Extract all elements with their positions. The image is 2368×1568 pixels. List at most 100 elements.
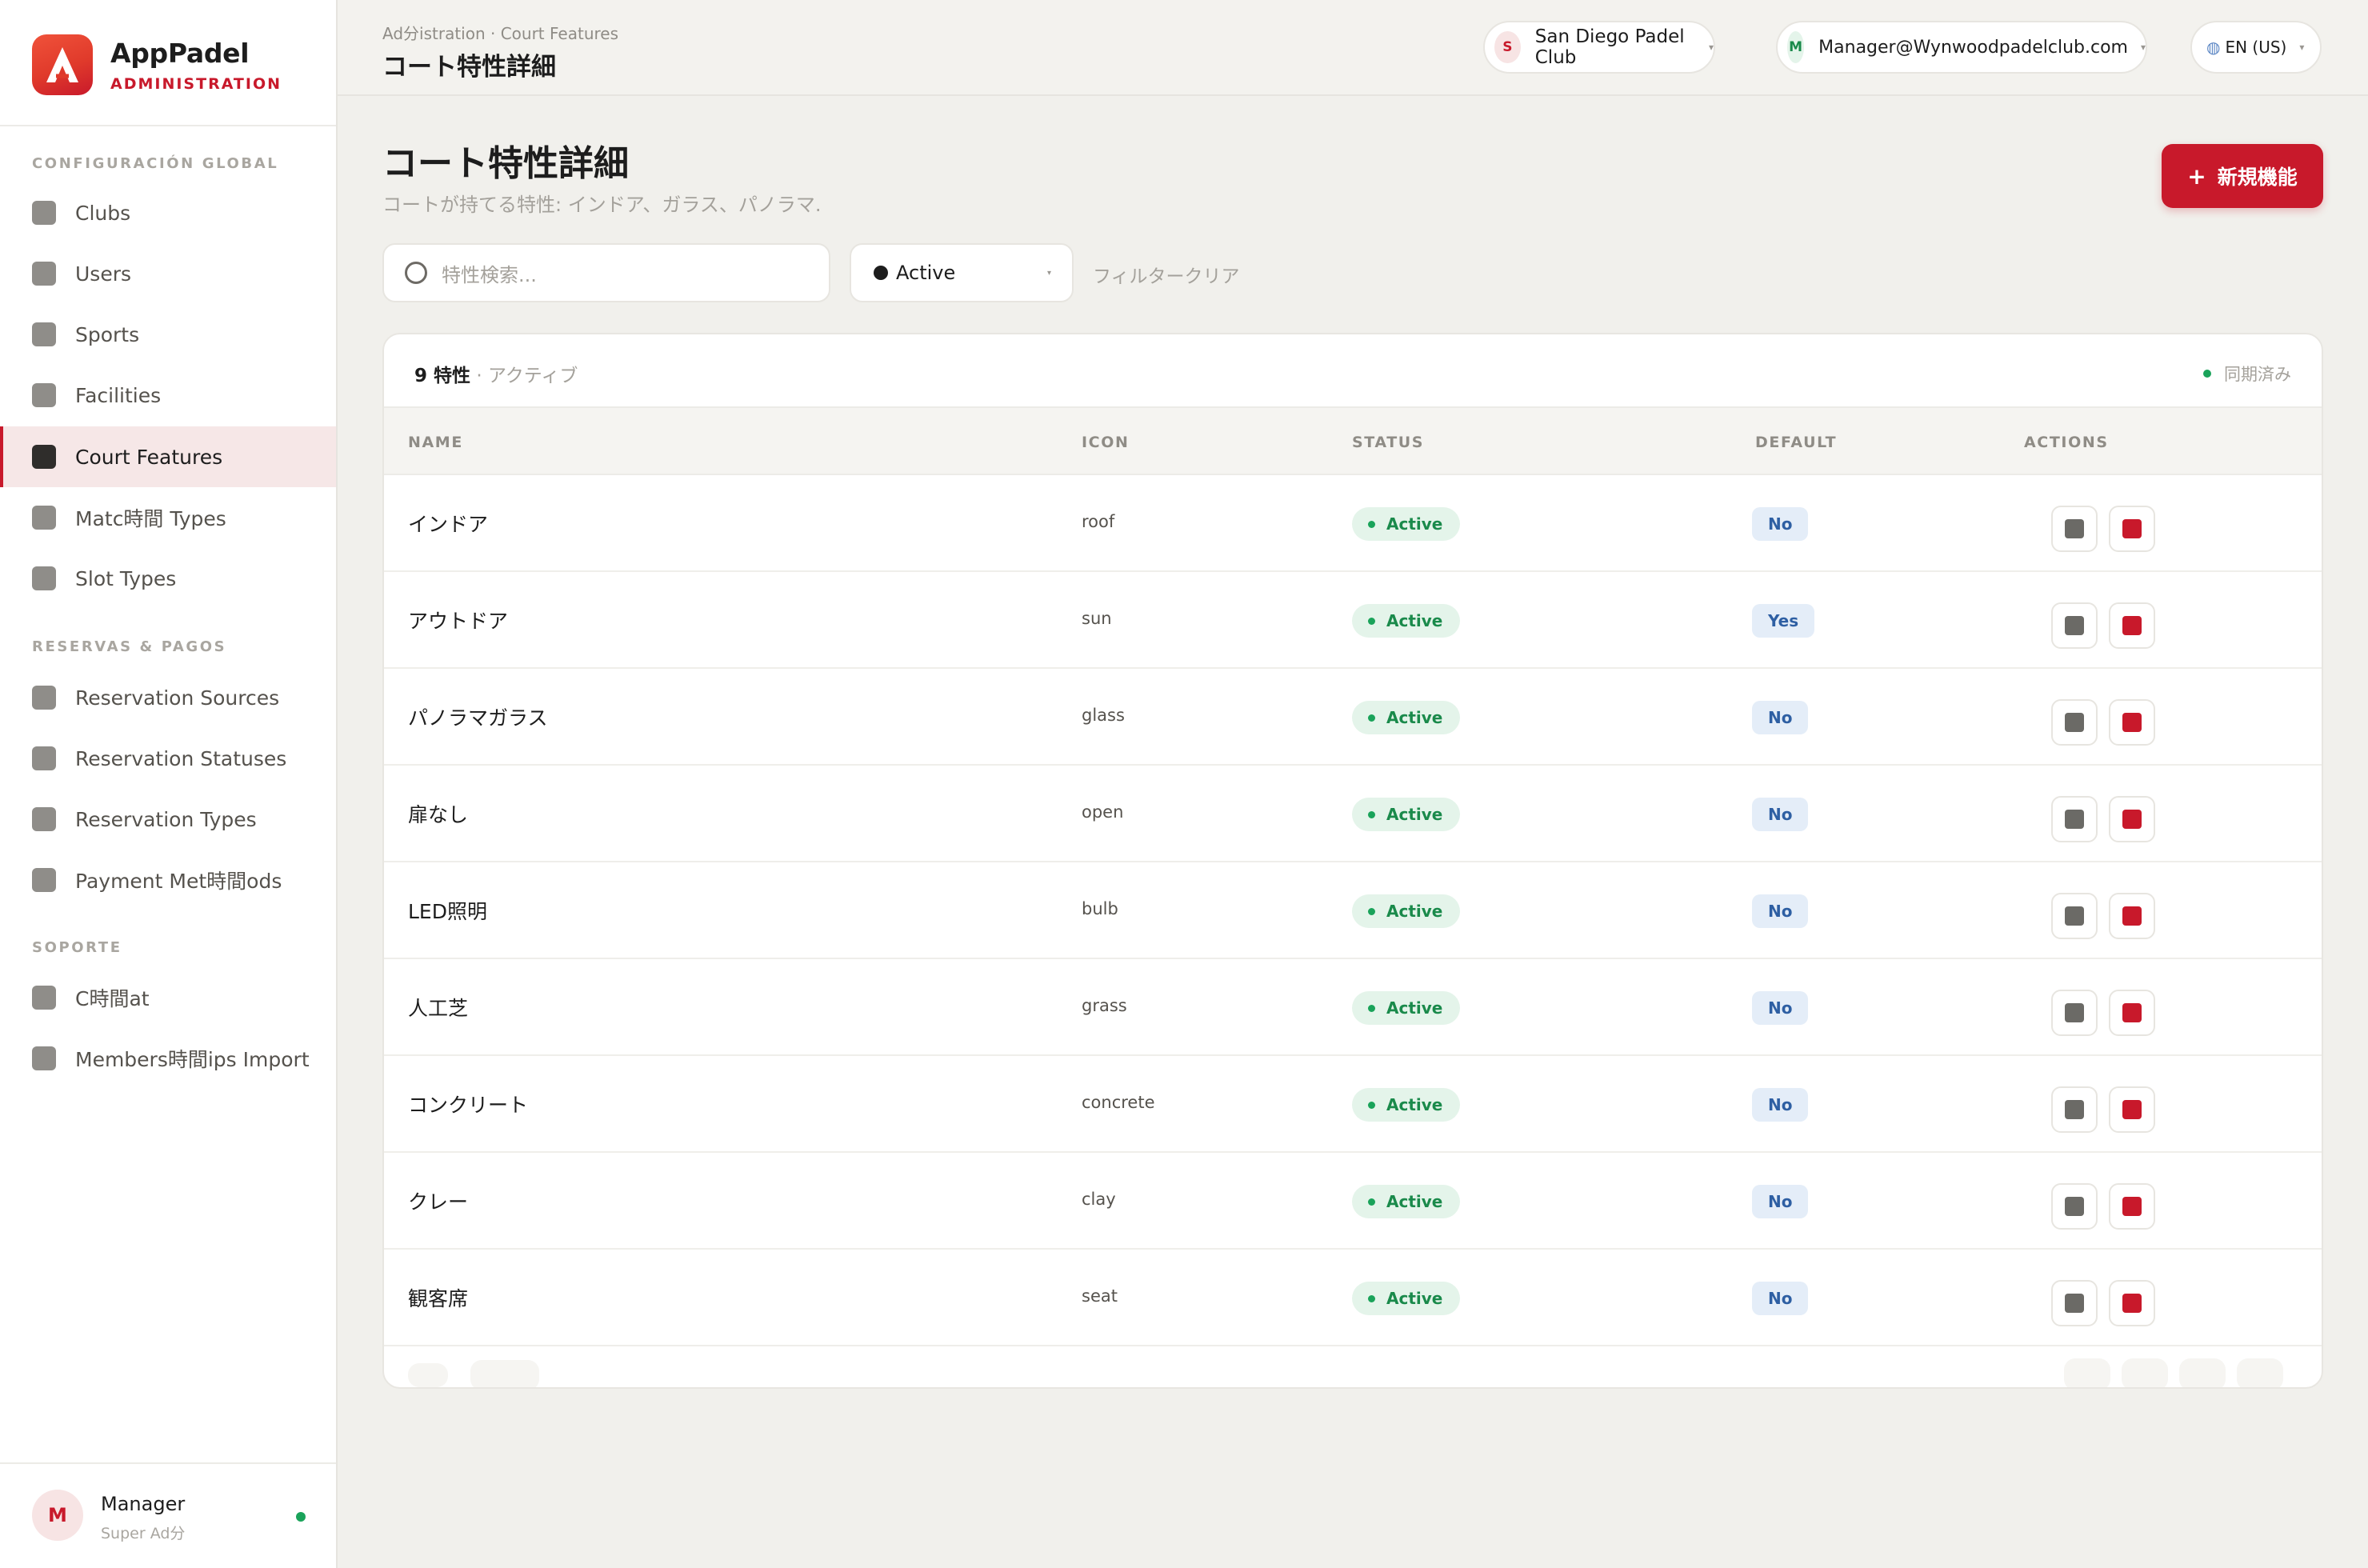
delete-icon [2122, 1003, 2142, 1022]
sidebar-item-users[interactable]: Users [0, 243, 336, 304]
edit-button[interactable] [2051, 796, 2098, 842]
user-role: Super Ad分 [101, 1525, 186, 1542]
delete-button[interactable] [2109, 1086, 2155, 1133]
facilities-icon [32, 383, 56, 407]
column-header-name[interactable]: NAME [408, 434, 463, 451]
app-logo [32, 34, 93, 95]
column-header-icon[interactable]: ICON [1082, 434, 1129, 451]
status-badge-label: Active [1386, 1095, 1443, 1114]
online-status-indicator [296, 1512, 306, 1522]
pagination-prev-button[interactable] [2064, 1358, 2110, 1387]
delete-button[interactable] [2109, 990, 2155, 1036]
court-features-icon [32, 445, 56, 469]
sidebar-item-reservation-types[interactable]: Reservation Types [0, 789, 336, 850]
feature-name: インドア [408, 513, 489, 536]
chevron-down-icon: ▾ [1046, 268, 1051, 278]
edit-icon [2065, 1003, 2084, 1022]
table-row[interactable]: 扉なし open Active No [384, 766, 2322, 862]
edit-button[interactable] [2051, 1280, 2098, 1326]
column-header-status[interactable]: STATUS [1352, 434, 1424, 451]
sidebar-item-payment-methods[interactable]: Payment Met時間ods [0, 850, 336, 910]
edit-button[interactable] [2051, 1183, 2098, 1230]
feature-icon-key: concrete [1082, 1093, 1155, 1112]
status-dot-icon [1368, 1294, 1375, 1302]
column-header-default[interactable]: DEFAULT [1755, 434, 1837, 451]
plus-icon: + [2187, 162, 2206, 190]
sidebar-item-label: Matc時間 Types [75, 507, 226, 530]
sidebar-item-match-types[interactable]: Matc時間 Types [0, 487, 336, 548]
sidebar-item-label: Reservation Statuses [75, 746, 287, 770]
search-placeholder: 特性検索... [442, 263, 537, 286]
table-row[interactable]: クレー clay Active No [384, 1153, 2322, 1250]
edit-button[interactable] [2051, 893, 2098, 939]
user-profile[interactable]: M Manager Super Ad分 [0, 1464, 336, 1568]
default-badge: No [1752, 1282, 1809, 1315]
clear-filters-link[interactable]: フィルタークリア [1093, 261, 1240, 288]
delete-button[interactable] [2109, 699, 2155, 746]
table-row[interactable]: アウトドア sun Active Yes [384, 572, 2322, 669]
pagination-page-button[interactable] [2122, 1358, 2168, 1387]
delete-icon [2122, 1294, 2142, 1313]
edit-button[interactable] [2051, 602, 2098, 649]
chevron-down-icon: ▾ [2140, 42, 2146, 53]
feature-icon-key: open [1082, 802, 1124, 822]
status-badge-label: Active [1386, 611, 1443, 630]
sidebar-item-facilities[interactable]: Facilities [0, 365, 336, 426]
table-row[interactable]: 人工芝 grass Active No [384, 959, 2322, 1056]
avatar: M [32, 1490, 83, 1541]
status-badge: Active [1352, 894, 1461, 928]
sidebar-item-label: Slot Types [75, 566, 177, 590]
table-row[interactable]: コンクリート concrete Active No [384, 1056, 2322, 1153]
delete-button[interactable] [2109, 506, 2155, 552]
feature-icon-key: seat [1082, 1286, 1118, 1306]
default-badge: No [1752, 798, 1809, 831]
edit-button[interactable] [2051, 1086, 2098, 1133]
delete-button[interactable] [2109, 796, 2155, 842]
table-row[interactable]: 観客席 seat Active No [384, 1250, 2322, 1346]
status-filter-select[interactable]: Active ▾ [850, 243, 1074, 302]
delete-button[interactable] [2109, 602, 2155, 649]
reservation-types-icon [32, 807, 56, 831]
edit-button[interactable] [2051, 506, 2098, 552]
delete-button[interactable] [2109, 1183, 2155, 1230]
feature-icon-key: glass [1082, 706, 1125, 725]
sidebar-item-court-features[interactable]: Court Features [0, 426, 336, 487]
page-size-select[interactable] [470, 1360, 539, 1387]
reservation-statuses-icon [32, 746, 56, 770]
status-badge: Active [1352, 1282, 1461, 1315]
sidebar-item-label: Reservation Sources [75, 686, 280, 710]
delete-button[interactable] [2109, 893, 2155, 939]
account-selector[interactable]: M Manager@Wynwoodpadelclub.com ▾ [1776, 21, 2147, 74]
brand[interactable]: AppPadel ADMINISTRATION [32, 34, 282, 96]
sidebar-item-sports[interactable]: Sports [0, 304, 336, 365]
table-row[interactable]: LED照明 bulb Active No [384, 862, 2322, 959]
table-row[interactable]: インドア roof Active No [384, 475, 2322, 572]
globe-icon: ◍ [2206, 38, 2221, 57]
feature-name: 観客席 [408, 1287, 469, 1310]
sidebar-item-clubs[interactable]: Clubs [0, 182, 336, 243]
club-selector[interactable]: S San Diego Padel Club ▾ [1483, 21, 1715, 74]
pagination-next-button[interactable] [2237, 1358, 2283, 1387]
delete-icon [2122, 1100, 2142, 1119]
default-badge: No [1752, 894, 1809, 928]
import-icon [32, 1046, 56, 1070]
feature-icon-key: sun [1082, 609, 1112, 628]
language-selector[interactable]: ◍ EN (US) ▾ [2190, 21, 2322, 74]
default-badge: No [1752, 991, 1809, 1025]
sidebar-item-slot-types[interactable]: Slot Types [0, 548, 336, 609]
sidebar-item-chat[interactable]: C時間at [0, 967, 336, 1028]
pagination-page-button[interactable] [2179, 1358, 2226, 1387]
delete-icon [2122, 616, 2142, 635]
sidebar-item-memberships-import[interactable]: Members時間ips Import [0, 1028, 336, 1089]
table-row[interactable]: パノラマガラス glass Active No [384, 669, 2322, 766]
edit-button[interactable] [2051, 990, 2098, 1036]
new-feature-button[interactable]: + 新規機能 [2162, 144, 2323, 208]
search-input[interactable]: 特性検索... [382, 243, 830, 302]
status-badge: Active [1352, 1185, 1461, 1218]
delete-button[interactable] [2109, 1280, 2155, 1326]
edit-button[interactable] [2051, 699, 2098, 746]
sidebar-item-reservation-statuses[interactable]: Reservation Statuses [0, 728, 336, 789]
sidebar-item-reservation-sources[interactable]: Reservation Sources [0, 667, 336, 728]
sidebar-item-label: Members時間ips Import [75, 1048, 310, 1071]
sports-icon [32, 322, 56, 346]
